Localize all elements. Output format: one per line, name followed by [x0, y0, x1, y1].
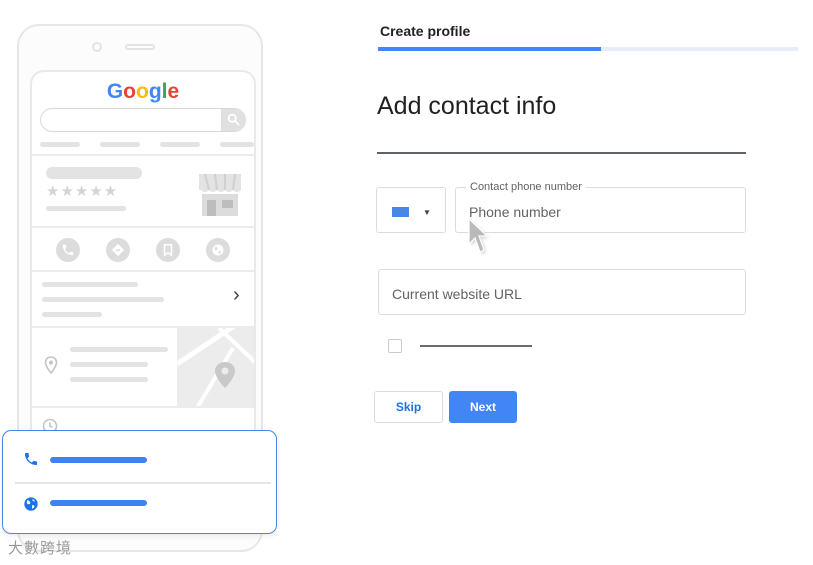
logo-letter: e — [167, 80, 180, 103]
preview-rating-stars: ★★★★★ — [46, 183, 119, 200]
phone-number-input[interactable] — [469, 203, 729, 221]
preview-search-box — [40, 108, 246, 132]
phone-icon — [62, 244, 74, 256]
preview-address-line — [70, 362, 148, 367]
search-icon — [227, 113, 240, 126]
dropdown-caret-icon: ▼ — [423, 208, 431, 217]
mouse-cursor-icon — [468, 218, 489, 254]
preview-business-name — [46, 167, 142, 179]
bookmark-icon — [163, 243, 173, 257]
location-pin-icon — [44, 356, 58, 374]
website-url-input[interactable] — [392, 285, 732, 303]
directions-icon — [111, 243, 125, 257]
preview-directions-action — [106, 238, 130, 262]
preview-divider — [32, 226, 254, 228]
phone-camera — [92, 42, 102, 52]
preview-info-line — [42, 297, 164, 302]
preview-info-line — [42, 282, 138, 287]
globe-icon — [24, 497, 38, 511]
page-title: Add contact info — [377, 92, 557, 120]
preview-search-button — [221, 109, 246, 131]
contact-info-card — [2, 430, 277, 534]
preview-tab-placeholder — [160, 142, 200, 147]
next-button[interactable]: Next — [449, 391, 517, 423]
preview-map-thumbnail — [177, 328, 254, 406]
preview-address-line — [70, 347, 168, 352]
preview-tab-placeholder — [40, 142, 80, 147]
country-flag-icon — [392, 207, 409, 217]
preview-address-line — [70, 377, 148, 382]
preview-call-action — [56, 238, 80, 262]
progress-bar-fill — [378, 47, 601, 51]
preview-website-action — [206, 238, 230, 262]
watermark-logo: 大數跨境 — [8, 540, 73, 557]
no-website-checkbox[interactable] — [388, 339, 402, 353]
preview-save-action — [156, 238, 180, 262]
phone-speaker — [125, 44, 155, 50]
globe-icon — [212, 244, 224, 256]
phone-icon — [25, 453, 37, 465]
preview-tab-placeholder — [220, 142, 254, 147]
chevron-right-icon: › — [233, 284, 240, 306]
website-placeholder-bar — [50, 500, 147, 506]
preview-divider — [32, 270, 254, 272]
storefront-icon — [199, 173, 241, 216]
preview-category-line — [46, 206, 126, 211]
logo-letter: G — [106, 80, 124, 103]
map-roads — [177, 328, 254, 406]
phone-number-label: Contact phone number — [466, 181, 586, 193]
skip-button[interactable]: Skip — [374, 391, 443, 423]
checkbox-label-placeholder — [420, 345, 532, 347]
phone-number-placeholder-bar — [50, 457, 147, 463]
page-header-title: Create profile — [380, 23, 471, 39]
preview-info-line — [42, 312, 102, 317]
country-code-select[interactable]: ▼ — [376, 187, 446, 233]
preview-divider — [32, 406, 254, 408]
website-url-field[interactable] — [378, 269, 746, 315]
logo-letter: o — [123, 80, 136, 103]
phone-number-field[interactable] — [455, 187, 746, 233]
heading-divider — [377, 152, 746, 154]
logo-letter: o — [135, 80, 149, 103]
preview-divider — [32, 154, 254, 156]
google-logo: Google — [32, 80, 254, 104]
card-divider — [15, 482, 271, 484]
preview-tab-placeholder — [100, 142, 140, 147]
logo-letter: g — [148, 80, 162, 103]
progress-bar — [378, 47, 798, 51]
